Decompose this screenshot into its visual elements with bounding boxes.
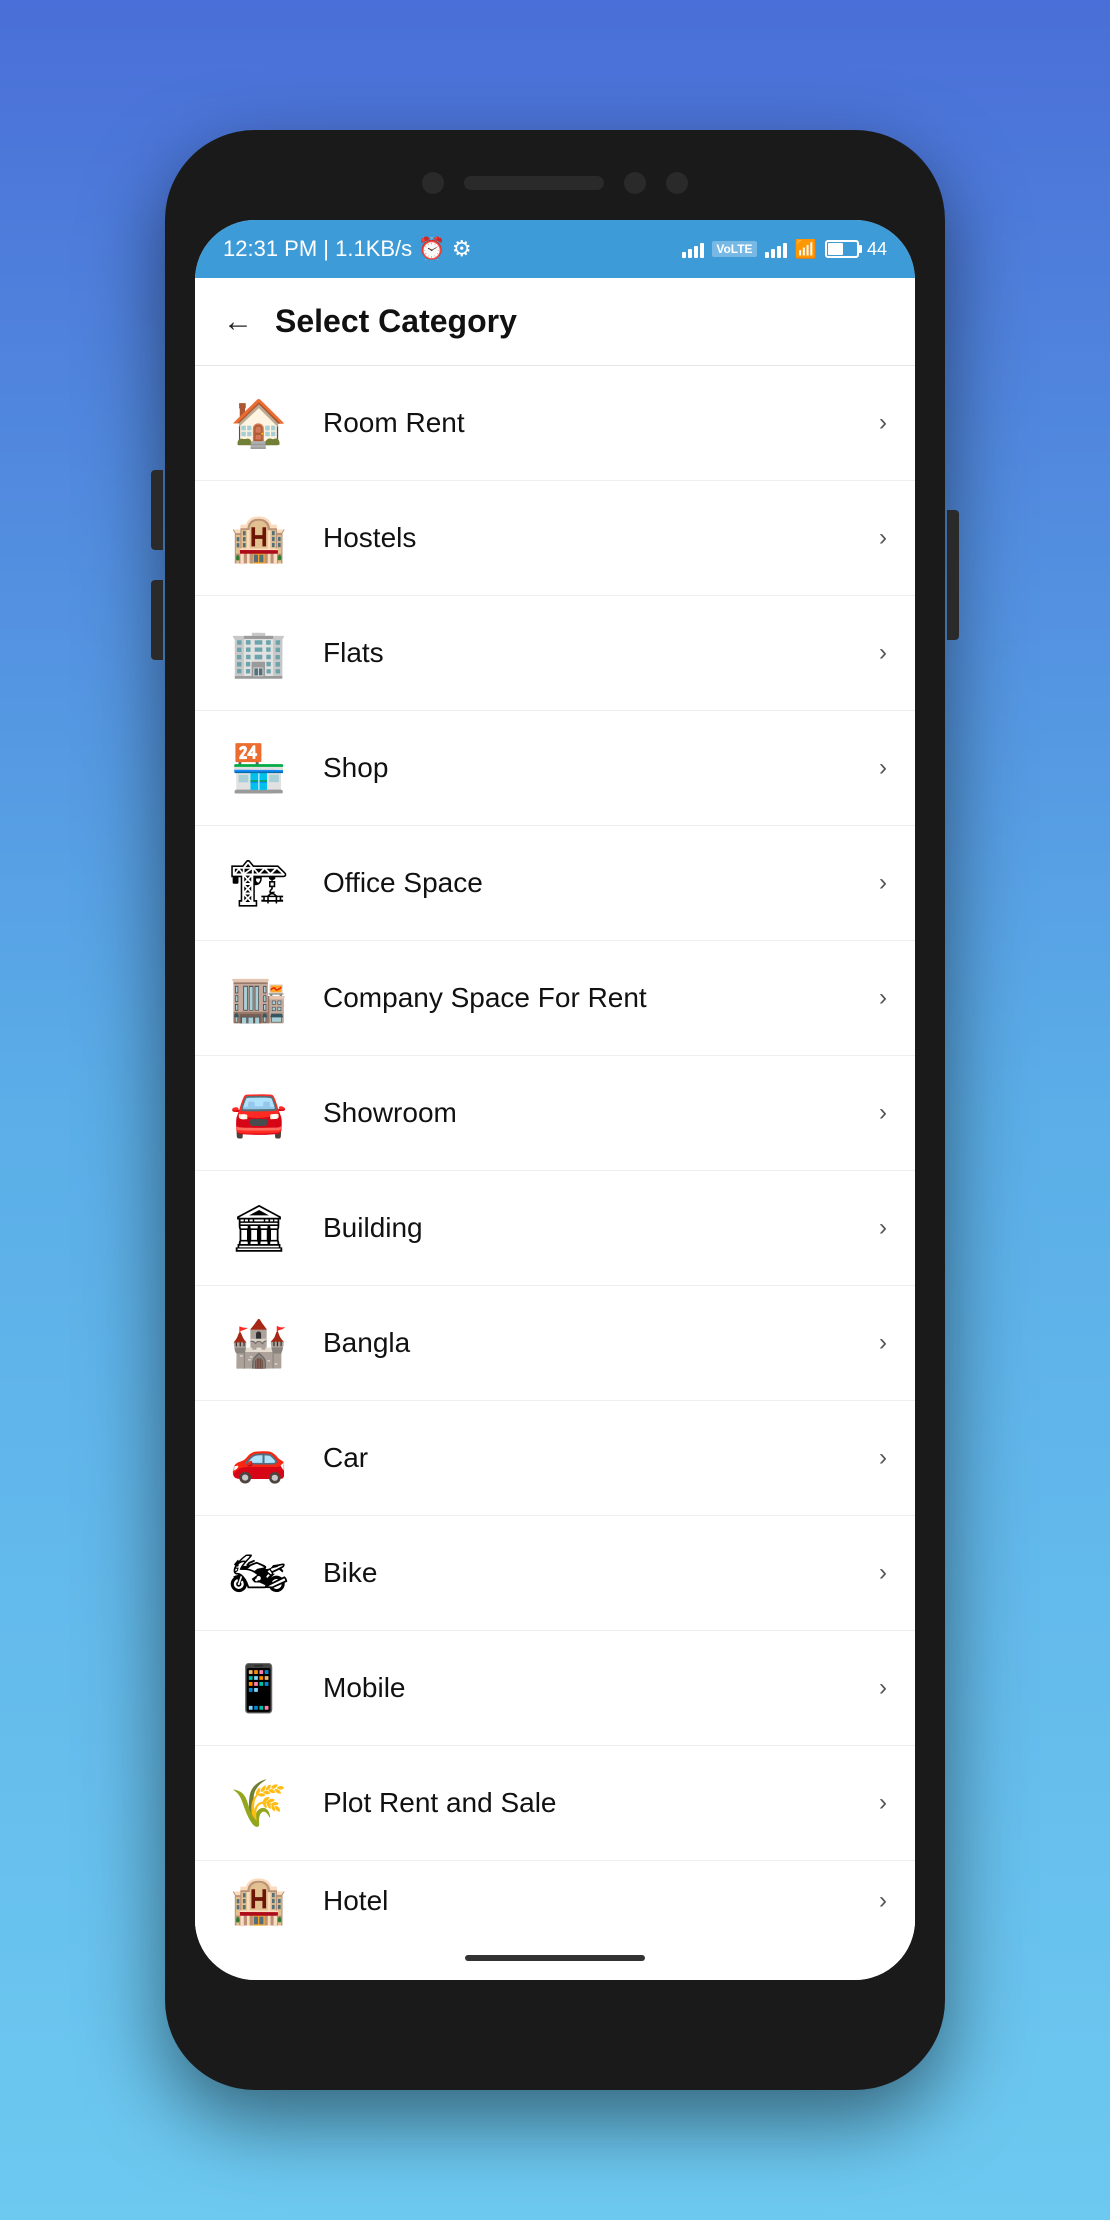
list-item-office-space[interactable]: 🏗 Office Space › xyxy=(195,826,915,941)
company-space-icon: 🏬 xyxy=(223,962,295,1034)
power-button[interactable] xyxy=(947,510,959,640)
building-icon: 🏛 xyxy=(223,1192,295,1264)
phone-top-bar xyxy=(165,130,945,220)
chevron-icon: › xyxy=(879,1214,887,1242)
signal-bar-4 xyxy=(700,243,704,258)
hotel-label: Hotel xyxy=(323,1885,879,1917)
bike-label: Bike xyxy=(323,1557,879,1589)
phone-screen: 12:31 PM | 1.1KB/s ⏰ ⚙ VoLTE xyxy=(195,220,915,1980)
home-bar-line[interactable] xyxy=(465,1955,645,1961)
status-time: 12:31 PM xyxy=(223,236,317,261)
flats-label: Flats xyxy=(323,637,879,669)
bangla-icon: 🏰 xyxy=(223,1307,295,1379)
chevron-icon: › xyxy=(879,1559,887,1587)
showroom-icon: 🚘 xyxy=(223,1077,295,1149)
plot-label: Plot Rent and Sale xyxy=(323,1787,879,1819)
chevron-icon: › xyxy=(879,524,887,552)
office-space-label: Office Space xyxy=(323,867,879,899)
company-space-label: Company Space For Rent xyxy=(323,982,879,1014)
status-right: VoLTE 📶 44 xyxy=(682,239,887,260)
list-item-hotel-partial[interactable]: 🏨 Hotel › xyxy=(195,1861,915,1936)
front-camera xyxy=(422,172,444,194)
hostels-label: Hostels xyxy=(323,522,879,554)
car-icon: 🚗 xyxy=(223,1422,295,1494)
mobile-label: Mobile xyxy=(323,1672,879,1704)
wifi-icon: 📶 xyxy=(795,239,817,260)
back-button[interactable]: ← xyxy=(223,305,253,339)
signal-bar-3 xyxy=(694,246,698,258)
volume-up-button[interactable] xyxy=(151,470,163,550)
chevron-icon: › xyxy=(879,984,887,1012)
signal-bars-2 xyxy=(765,240,787,258)
list-item-car[interactable]: 🚗 Car › xyxy=(195,1401,915,1516)
list-item-showroom[interactable]: 🚘 Showroom › xyxy=(195,1056,915,1171)
chevron-icon: › xyxy=(879,1674,887,1702)
chevron-icon: › xyxy=(879,1444,887,1472)
room-rent-icon: 🏠 xyxy=(223,387,295,459)
bike-icon: 🏍 xyxy=(223,1537,295,1609)
app-header: ← Select Category xyxy=(195,278,915,366)
room-rent-label: Room Rent xyxy=(323,407,879,439)
chevron-icon: › xyxy=(879,1789,887,1817)
office-space-icon: 🏗 xyxy=(223,847,295,919)
list-item-plot[interactable]: 🌾 Plot Rent and Sale › xyxy=(195,1746,915,1861)
list-item-company-space[interactable]: 🏬 Company Space For Rent › xyxy=(195,941,915,1056)
car-label: Car xyxy=(323,1442,879,1474)
list-item-hostels[interactable]: 🏨 Hostels › xyxy=(195,481,915,596)
signal-bar-1 xyxy=(682,252,686,258)
signal-bar2-4 xyxy=(783,243,787,258)
page-title: Select Category xyxy=(275,303,517,340)
chevron-icon: › xyxy=(879,1329,887,1357)
signal-bar-2 xyxy=(688,249,692,258)
volume-down-button[interactable] xyxy=(151,580,163,660)
alarm-icon: ⏰ xyxy=(418,236,445,261)
status-time-speed: 12:31 PM | 1.1KB/s ⏰ ⚙ xyxy=(223,236,472,262)
chevron-icon: › xyxy=(879,409,887,437)
list-item-bike[interactable]: 🏍 Bike › xyxy=(195,1516,915,1631)
list-item-bangla[interactable]: 🏰 Bangla › xyxy=(195,1286,915,1401)
shop-label: Shop xyxy=(323,752,879,784)
mobile-icon: 📱 xyxy=(223,1652,295,1724)
signal-bars xyxy=(682,240,704,258)
status-speed-val: 1.1KB/s xyxy=(335,236,412,261)
camera-dot-3 xyxy=(666,172,688,194)
chevron-icon: › xyxy=(879,754,887,782)
showroom-label: Showroom xyxy=(323,1097,879,1129)
category-list: 🏠 Room Rent › 🏨 Hostels › 🏢 Flats › 🏪 Sh… xyxy=(195,366,915,1936)
signal-bar2-2 xyxy=(771,249,775,258)
list-item-shop[interactable]: 🏪 Shop › xyxy=(195,711,915,826)
status-bar: 12:31 PM | 1.1KB/s ⏰ ⚙ VoLTE xyxy=(195,220,915,278)
shop-icon: 🏪 xyxy=(223,732,295,804)
home-bar xyxy=(195,1936,915,1980)
battery-fill xyxy=(828,243,843,255)
chevron-icon: › xyxy=(879,639,887,667)
chevron-icon: › xyxy=(879,1887,887,1915)
speaker xyxy=(464,176,604,190)
building-label: Building xyxy=(323,1212,879,1244)
signal-bar2-3 xyxy=(777,246,781,258)
status-speed: | xyxy=(323,236,335,261)
hotel-icon: 🏨 xyxy=(223,1865,295,1937)
camera-dot-2 xyxy=(624,172,646,194)
chevron-icon: › xyxy=(879,1099,887,1127)
list-item-mobile[interactable]: 📱 Mobile › xyxy=(195,1631,915,1746)
chevron-icon: › xyxy=(879,869,887,897)
battery-percent: 44 xyxy=(867,239,887,260)
plot-icon: 🌾 xyxy=(223,1767,295,1839)
settings-icon: ⚙ xyxy=(452,236,472,261)
list-item-room-rent[interactable]: 🏠 Room Rent › xyxy=(195,366,915,481)
battery-icon xyxy=(825,240,859,258)
volte-badge: VoLTE xyxy=(712,241,756,257)
signal-bar2-1 xyxy=(765,252,769,258)
flats-icon: 🏢 xyxy=(223,617,295,689)
bangla-label: Bangla xyxy=(323,1327,879,1359)
list-item-building[interactable]: 🏛 Building › xyxy=(195,1171,915,1286)
hostels-icon: 🏨 xyxy=(223,502,295,574)
phone-frame: 12:31 PM | 1.1KB/s ⏰ ⚙ VoLTE xyxy=(165,130,945,2090)
list-item-flats[interactable]: 🏢 Flats › xyxy=(195,596,915,711)
